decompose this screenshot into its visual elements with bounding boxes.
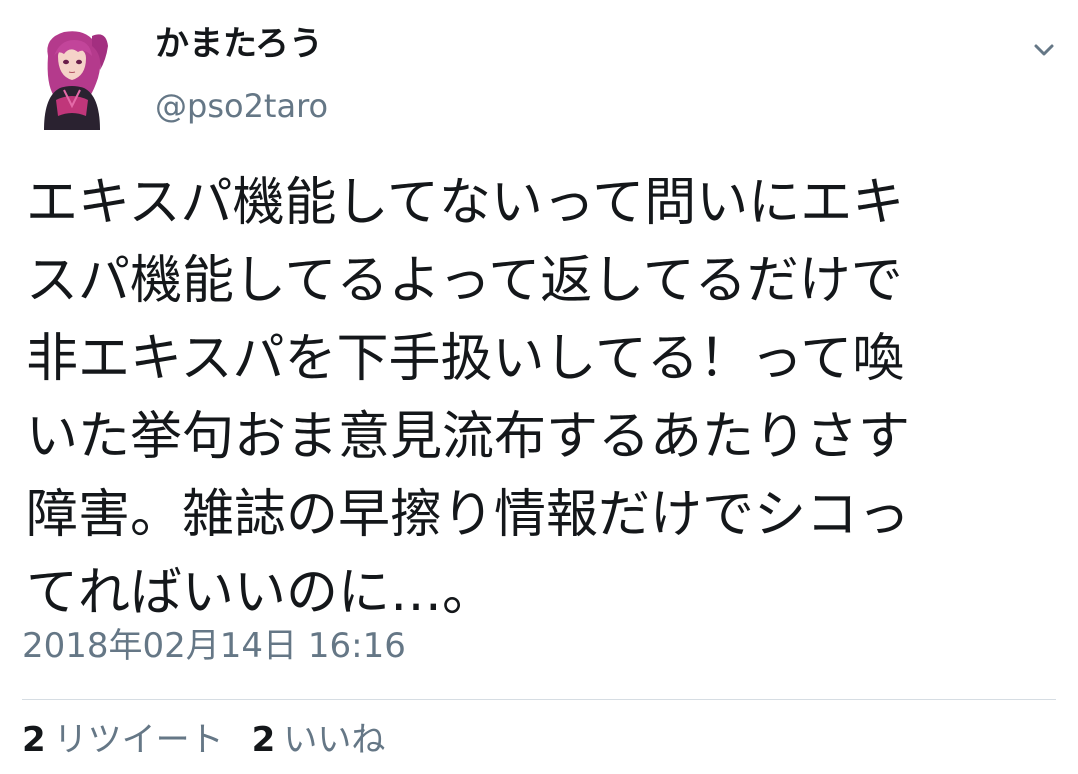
retweet-count: 2 bbox=[22, 720, 46, 760]
avatar[interactable] bbox=[34, 26, 110, 130]
avatar-image bbox=[34, 26, 110, 130]
like-count-link[interactable]: 2 いいね bbox=[252, 716, 386, 764]
tweet-text-line: エキスパ機能してないって問いにエキ bbox=[26, 173, 905, 233]
display-name[interactable]: かまたろう bbox=[155, 22, 323, 66]
tweet-text-line: てればいいのに…。 bbox=[26, 563, 495, 623]
tweet-text-line: 非エキスパを下手扱いしてる！って喚 bbox=[26, 329, 905, 389]
tweet-stats: 2 リツイート 2 いいね bbox=[22, 716, 413, 764]
tweet-text: エキスパ機能してないって問いにエキ スパ機能してるよって返してるだけで 非エキス… bbox=[26, 164, 1026, 632]
retweet-count-link[interactable]: 2 リツイート bbox=[22, 716, 224, 764]
like-count: 2 bbox=[251, 720, 276, 760]
tweet-text-line: いた挙句おま意見流布するあたりさす bbox=[26, 407, 911, 467]
tweet-text-line: 障害。雑誌の早擦り情報だけでシコっ bbox=[26, 485, 911, 545]
tweet-text-line: スパ機能してるよって返してるだけで bbox=[26, 251, 903, 311]
tweet-timestamp[interactable]: 2018年02月14日 16:16 bbox=[22, 624, 406, 668]
chevron-down-icon[interactable] bbox=[1030, 36, 1058, 64]
retweet-label: リツイート bbox=[53, 720, 224, 760]
divider bbox=[22, 699, 1056, 700]
user-handle[interactable]: @pso2taro bbox=[155, 84, 328, 128]
like-label: いいね bbox=[283, 720, 386, 760]
